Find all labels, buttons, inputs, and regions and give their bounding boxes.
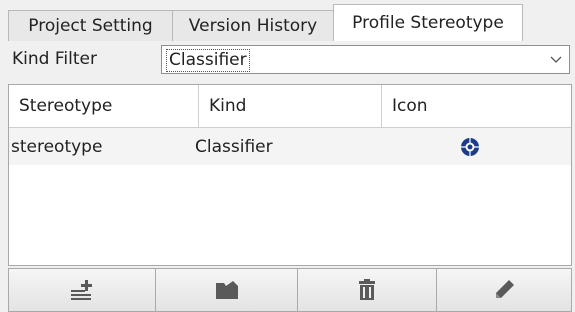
delete-button[interactable] [297,268,437,312]
tab-bar: Project Setting Version History Profile … [0,0,575,41]
column-header-icon[interactable]: Icon [382,85,571,127]
trash-icon [359,279,375,300]
table-header: Stereotype Kind Icon [9,85,571,128]
table-toolbar [8,266,572,312]
kind-filter-value: Classifier [166,49,250,72]
kind-filter-label: Kind Filter [12,49,97,69]
tab-profile-stereotype[interactable]: Profile Stereotype [333,4,523,41]
stereotype-icon [461,137,479,156]
profile-panel: Project Setting Version History Profile … [0,0,575,312]
chevron-down-icon [550,56,562,63]
add-button[interactable] [8,268,156,312]
tab-version-history[interactable]: Version History [172,10,334,41]
pen-icon [496,280,514,298]
column-header-stereotype[interactable]: Stereotype [9,85,199,127]
edit-button[interactable] [436,268,572,312]
table-row[interactable]: stereotype Classifier [9,128,571,165]
kind-filter-select[interactable]: Classifier [161,45,570,74]
stereotype-table: Stereotype Kind Icon stereotype Classifi… [8,84,572,266]
cell-stereotype: stereotype [11,136,103,157]
cell-kind: Classifier [195,136,273,157]
folder-icon [215,281,238,299]
tab-project-setting[interactable]: Project Setting [8,10,173,41]
cell-icon [459,128,499,165]
add-icon [71,280,92,300]
open-folder-button[interactable] [155,268,298,312]
column-header-kind[interactable]: Kind [199,85,382,127]
